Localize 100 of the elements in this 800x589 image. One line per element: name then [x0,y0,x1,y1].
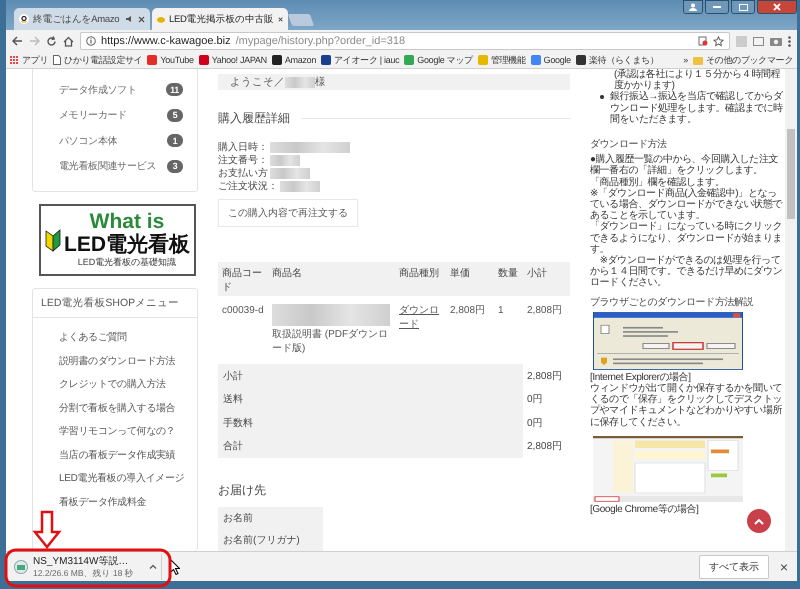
maximize-icon [738,4,748,10]
tab-title: LED電光掲示板の中古販 [169,12,274,26]
maximize-button[interactable] [731,0,755,14]
field-label: お名前 [222,512,254,526]
guide-caption: [Google Chrome等の場合] [590,504,700,516]
home-icon[interactable] [63,36,74,46]
bookmark[interactable]: 管理機能 [478,54,526,66]
speaker-icon [126,15,134,23]
table-cell: 取扱説明書 (PDFダウンロード版) [272,329,388,354]
bookmark[interactable]: Google [530,55,571,65]
caret-up-icon[interactable] [149,564,157,569]
instruction-text: ※ダウンロードができるのは処理を行ってから１４日間です。できるだけ早めにダウンロードください。 [590,255,784,289]
menu-link[interactable]: 当店の看板データ作成実績 [59,448,191,462]
column-header: 商品コード [218,262,268,296]
column-header: 単価 [446,262,494,296]
show-all-button[interactable]: すべて表示 [698,554,769,578]
category-link[interactable]: データ作成ソフト [59,82,166,97]
column-header: 商品種別 [395,262,446,296]
bookmark[interactable]: Google マップ [404,54,473,66]
info-icon [86,36,96,46]
table-cell-text: 2,808円 [449,304,486,318]
table-cell-text: 2,808円 [526,304,564,318]
menu-link[interactable]: LED電光看板の導入イメージ [59,472,191,486]
summary-value: 2,808円 [526,440,564,454]
count-badge: 1 [167,134,183,148]
guide-caption: [Internet Explorerの場合] [590,372,692,383]
person-icon [689,3,697,11]
close-button[interactable]: × [776,558,791,574]
mouse-cursor-icon [170,558,180,574]
page-icon [53,55,62,65]
profile-button[interactable] [683,0,703,14]
count-badge: 11 [166,83,183,96]
apps-grid-icon [10,56,19,64]
folder-icon [692,56,703,64]
summary-value: 0円 [526,393,544,408]
bookmark-folder[interactable]: その他のブックマーク [692,54,793,66]
banner-caption: LED電光看板の基礎知識 [78,256,176,269]
close-window-button[interactable] [757,0,797,14]
category-link[interactable]: メモリーカード [59,108,167,122]
welcome-text: 様 [315,75,326,89]
download-link[interactable]: ダウンロード [399,304,442,332]
section-heading: ブラウザごとのダウンロード方法解説 [590,296,754,308]
count-badge: 3 [167,160,183,173]
file-name: NS_YM3114W等説… [33,554,130,568]
count-badge: 5 [167,108,183,122]
bookmark[interactable]: アプリ [10,54,48,66]
bookmark[interactable]: Yahoo! JAPAN [198,55,267,65]
extension-icon[interactable] [753,36,764,46]
minimize-button[interactable] [705,0,729,14]
section-heading: ダウンロード方法 [590,139,668,150]
camera-icon[interactable] [770,36,782,46]
banner[interactable]: What is LED電光看板 LED電光看板の基礎知識 [39,204,196,276]
blurred-text [270,155,300,166]
category-link[interactable]: 電光看板関連サービス [59,159,167,174]
menu-title: LED電光看板SHOPメニュー [33,289,197,318]
bookmark[interactable]: YouTube [147,55,194,65]
instruction-text: 「商品種別」欄を確認します。 [590,176,724,188]
summary-label: 手数料 [218,411,523,434]
close-icon [773,3,781,11]
bullet-icon [600,95,604,100]
menu-link[interactable]: 説明書のダウンロード方法 [59,354,191,368]
summary-value: 0円 [526,416,544,431]
close-icon[interactable] [138,16,145,22]
download-status-text: 12.2/26.6 MB、残り 18 秒 [33,568,135,580]
section-heading: お届け先 [218,482,266,499]
star-icon[interactable] [713,36,724,46]
site-favicon-icon [157,14,166,24]
menu-icon[interactable] [788,36,791,46]
blocked-content-icon[interactable] [698,36,708,46]
summary-label: 送料 [218,388,523,411]
bookmark[interactable]: Amazon [272,55,316,65]
info-label: ご注文状況： [218,180,278,193]
download-item[interactable]: NS_YM3114W等説… 12.2/26.6 MB、残り 18 秒 [14,554,162,580]
info-label: 購入日時： [218,141,268,154]
menu-link[interactable]: クレジットでの購入方法 [59,378,191,392]
menu-link[interactable]: 看板データ作成料金 [59,496,191,510]
bookmark[interactable]: アイオーク | iauc [321,54,400,66]
blurred-text [270,168,310,179]
more-bookmarks[interactable]: » [683,55,688,65]
table-cell-text: c00039-d [221,304,265,318]
menu-link[interactable]: 学習リモコンって何なの？ [59,425,191,439]
scroll-to-top-button[interactable] [747,509,771,533]
back-icon[interactable] [12,36,23,46]
browser-tab[interactable]: LED電光掲示板の中古販 [152,8,288,30]
address-bar[interactable]: https://www.c-kawagoe.biz /mypage/history.php?order_id=318 [80,32,730,50]
close-icon[interactable] [278,16,283,22]
reorder-button[interactable]: この購入内容で再注文する [218,199,358,227]
reload-icon[interactable] [46,36,57,46]
note-text: (承認は各社により１５分から４時間程度かかります) [614,69,780,92]
menu-link[interactable]: よくあるご質問 [59,331,191,345]
menu-link[interactable]: 分割で看板を購入する場合 [59,402,191,416]
category-link[interactable]: パソコン本体 [59,134,167,148]
browser-tab[interactable]: 終電ごはんをAmazo [14,8,150,30]
bookmark[interactable]: ひかり電話設定サイ [53,54,142,66]
summary-value: 2,808円 [526,370,564,384]
file-icon [14,560,28,574]
column-header: 商品名 [268,262,395,296]
scrollbar-thumb[interactable] [787,129,795,219]
info-label: 注文番号： [218,154,268,167]
bookmark[interactable]: 楽待（らくまち） [576,54,658,66]
